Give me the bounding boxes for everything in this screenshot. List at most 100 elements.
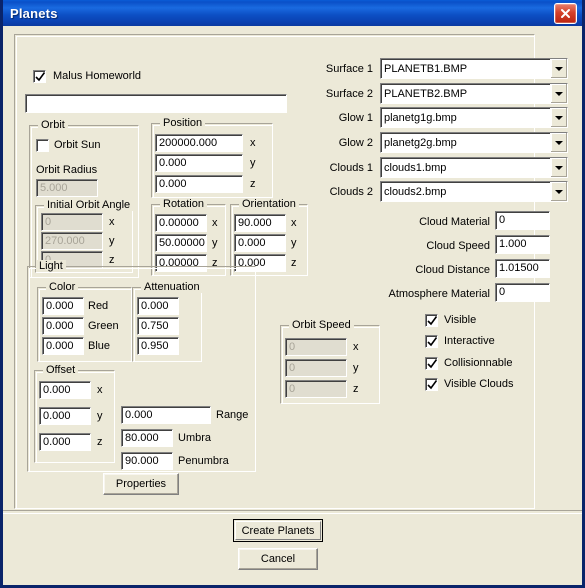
light-penumbra-input[interactable]: 90.000 [121,452,173,470]
rotation-y-input[interactable]: 50.00000 [155,234,207,252]
initial-orbit-angle-x-axis: x [109,216,115,228]
orbit-speed-label: Orbit Speed [289,319,354,331]
cloud-distance-label: Cloud Distance [415,264,490,276]
cloud-material-input[interactable]: 0 [495,211,550,230]
light-offset-y-axis: y [97,410,103,422]
check-icon [427,359,438,369]
create-planets-button[interactable]: Create Planets [233,519,323,542]
orbit-speed-y-input: 0 [285,359,347,377]
light-umbra-label: Umbra [178,432,212,444]
glow-2-label: Glow 2 [338,137,373,149]
orbit-speed-z-input: 0 [285,380,347,398]
position-z-axis: z [250,178,256,190]
light-offset-z-axis: z [97,436,103,448]
position-x-input[interactable]: 200000.000 [155,134,243,152]
light-offset-z-input[interactable]: 0.000 [39,433,91,451]
position-y-input[interactable]: 0.000 [155,154,243,172]
light-offset-x-axis: x [97,384,103,396]
orbit-speed-y-axis: y [353,362,359,374]
orbit-speed-x-input: 0 [285,338,347,356]
cloud-speed-label: Cloud Speed [426,240,490,252]
malus-homeworld-checkbox[interactable] [33,70,46,83]
light-offset-x-input[interactable]: 0.000 [39,381,91,399]
light-attenuation-2-input[interactable]: 0.950 [137,337,179,355]
title-bar: Planets [3,0,582,26]
atmosphere-material-input[interactable]: 0 [495,283,550,302]
light-color-red-label: Red [88,300,109,312]
dialog-client-area: Malus Homeworld Orbit Orbit Sun Orbit Ra… [3,26,582,585]
create-planets-button-label: Create Planets [235,521,321,540]
visible-clouds-label: Visible Clouds [444,378,514,390]
glow-1-dropdown-arrow[interactable] [550,108,567,127]
planet-name-input[interactable] [25,94,287,113]
clouds-2-value: clouds2.bmp [384,185,447,198]
light-attenuation-0-input[interactable]: 0.000 [137,297,179,315]
glow-1-label: Glow 1 [338,112,373,124]
chevron-down-icon [555,115,563,120]
light-group-label: Light [36,260,66,272]
rotation-group-label: Rotation [160,198,207,210]
orbit-radius-input: 5.000 [36,179,98,197]
glow-1-value: planetg1g.bmp [384,111,457,124]
position-y-axis: y [250,157,256,169]
visible-clouds-checkbox[interactable] [425,378,438,391]
surface-2-dropdown-arrow[interactable] [550,84,567,103]
chevron-down-icon [555,140,563,145]
cloud-distance-input[interactable]: 1.01500 [495,259,550,278]
light-offset-label: Offset [43,364,79,376]
light-color-blue-input[interactable]: 0.000 [42,337,84,355]
properties-button[interactable]: Properties [103,473,179,495]
initial-orbit-angle-label: Initial Orbit Angle [44,199,134,211]
surface-1-combobox[interactable]: PLANETB1.BMP [380,58,568,79]
orbit-speed-x-axis: x [353,341,359,353]
surface-1-value: PLANETB1.BMP [384,62,468,75]
light-range-input[interactable]: 0.000 [121,406,211,424]
light-attenuation-label: Attenuation [141,281,203,293]
clouds-2-label: Clouds 2 [329,186,373,198]
surface-1-dropdown-arrow[interactable] [550,59,567,78]
chevron-down-icon [555,91,563,96]
light-offset-y-input[interactable]: 0.000 [39,407,91,425]
light-attenuation-1-input[interactable]: 0.750 [137,317,179,335]
orbit-group-label: Orbit [38,119,68,131]
clouds-1-label: Clouds 1 [329,162,373,174]
clouds-2-dropdown-arrow[interactable] [550,182,567,201]
position-z-input[interactable]: 0.000 [155,175,243,193]
position-x-axis: x [250,137,256,149]
rotation-x-input[interactable]: 0.00000 [155,214,207,232]
orbit-sun-checkbox[interactable] [36,139,49,152]
light-color-blue-label: Blue [88,340,111,352]
orientation-x-input[interactable]: 90.000 [234,214,286,232]
position-group-label: Position [160,117,206,129]
light-color-red-input[interactable]: 0.000 [42,297,84,315]
cancel-button[interactable]: Cancel [238,548,318,570]
chevron-down-icon [555,66,563,71]
collisionnable-checkbox[interactable] [425,357,438,370]
interactive-label: Interactive [444,335,495,347]
close-button[interactable] [554,2,577,24]
light-range-label: Range [216,409,249,421]
chevron-down-icon [555,189,563,194]
surface-2-combobox[interactable]: PLANETB2.BMP [380,83,568,104]
orientation-y-axis: y [291,237,297,249]
cloud-speed-input[interactable]: 1.000 [495,235,550,254]
surface-2-label: Surface 2 [325,88,373,100]
clouds-2-combobox[interactable]: clouds2.bmp [380,181,568,202]
glow-2-value: planetg2g.bmp [384,136,457,149]
orientation-z-axis: z [291,257,297,269]
planets-dialog-window: Planets Malus Homeworld Orbit Orbit Sun … [0,0,585,588]
clouds-1-combobox[interactable]: clouds1.bmp [380,157,568,178]
glow-2-dropdown-arrow[interactable] [550,133,567,152]
light-penumbra-label: Penumbra [178,455,229,467]
check-icon [427,337,438,347]
glow-2-combobox[interactable]: planetg2g.bmp [380,132,568,153]
orientation-y-input[interactable]: 0.000 [234,234,286,252]
light-color-green-input[interactable]: 0.000 [42,317,84,335]
window-title: Planets [10,5,58,21]
close-icon [561,8,570,18]
visible-checkbox[interactable] [425,314,438,327]
clouds-1-dropdown-arrow[interactable] [550,158,567,177]
glow-1-combobox[interactable]: planetg1g.bmp [380,107,568,128]
light-umbra-input[interactable]: 80.000 [121,429,173,447]
interactive-checkbox[interactable] [425,335,438,348]
